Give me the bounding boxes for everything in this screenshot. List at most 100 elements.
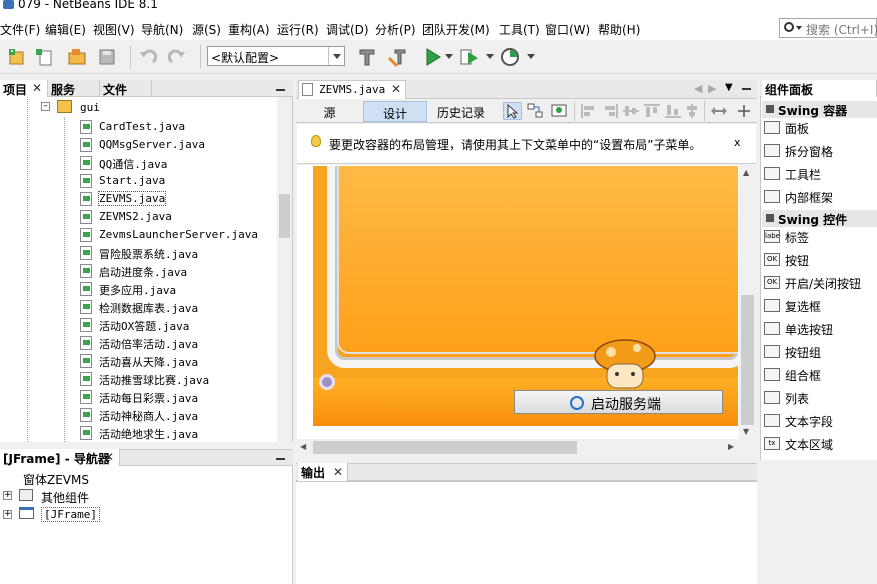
menu-refactor[interactable]: 重构(A)	[228, 21, 270, 38]
tab-files[interactable]: 文件	[100, 80, 152, 97]
tree-file-item[interactable]: 活动绝地求生.java	[0, 424, 275, 442]
tree-file-item[interactable]: 活动倍率活动.java	[0, 334, 275, 352]
close-icon[interactable]: ✕	[32, 81, 42, 95]
scroll-left-icon[interactable]: ◀	[694, 82, 702, 95]
view-history-tab[interactable]: 历史记录	[430, 101, 492, 122]
tree-file-item[interactable]: 启动进度条.java	[0, 262, 275, 280]
tree-file-item[interactable]: QQMsgServer.java	[0, 136, 275, 154]
scroll-up-icon[interactable]: ▲	[743, 168, 749, 177]
java-file-icon	[80, 210, 92, 224]
view-source-tab[interactable]: 源	[301, 101, 358, 122]
new-file-icon[interactable]	[34, 46, 56, 68]
menu-navigate[interactable]: 导航(N)	[141, 21, 183, 38]
tree-file-item[interactable]: ZevmsLauncherServer.java	[0, 226, 275, 244]
menu-source[interactable]: 源(S)	[192, 21, 221, 38]
run-icon[interactable]	[422, 46, 444, 68]
horizontal-resize-icon[interactable]	[710, 104, 728, 118]
scroll-left-icon[interactable]: ◀	[300, 442, 306, 451]
editor-vertical-scrollbar-thumb[interactable]	[741, 295, 754, 425]
connection-mode-icon[interactable]	[527, 103, 543, 119]
nav-item-form[interactable]: 窗体ZEVMS	[23, 471, 89, 489]
preview-design-icon[interactable]	[551, 103, 567, 119]
tab-navigator[interactable]: [JFrame] - 导航器	[0, 449, 120, 466]
minimize-icon[interactable]	[742, 88, 751, 90]
tree-file-item[interactable]: CardTest.java	[0, 118, 275, 136]
start-server-button[interactable]: 启动服务端	[514, 390, 723, 414]
menu-debug[interactable]: 调试(D)	[326, 21, 369, 38]
scroll-right-icon[interactable]: ▶	[728, 442, 734, 451]
tree-file-item[interactable]: 活动喜从天降.java	[0, 352, 275, 370]
vertical-resize-icon[interactable]	[737, 104, 751, 118]
tab-services[interactable]: 服务	[48, 80, 100, 97]
tree-file-item[interactable]: 更多应用.java	[0, 280, 275, 298]
java-file-icon	[80, 156, 92, 170]
tree-file-item[interactable]: Start.java	[0, 172, 275, 190]
redo-icon[interactable]	[166, 46, 188, 68]
new-project-icon[interactable]	[6, 46, 28, 68]
open-project-icon[interactable]	[66, 46, 88, 68]
project-scrollbar-thumb[interactable]	[279, 194, 290, 238]
clean-build-icon[interactable]	[387, 46, 409, 68]
palette-category[interactable]: Swing 控件	[762, 210, 877, 227]
tree-file-item[interactable]: 活动神秘商人.java	[0, 406, 275, 424]
align-left-icon[interactable]	[580, 103, 598, 119]
debug-icon[interactable]	[458, 46, 480, 68]
menu-window[interactable]: 窗口(W)	[545, 21, 590, 38]
close-icon[interactable]: ✕	[391, 82, 401, 96]
jframe-icon	[19, 507, 34, 519]
expand-toggle-icon[interactable]: +	[3, 491, 12, 500]
profile-icon[interactable]	[499, 46, 521, 68]
tree-file-item[interactable]: 检测数据库表.java	[0, 298, 275, 316]
tree-file-item[interactable]: ZEVMS.java	[0, 190, 275, 208]
nav-item-other-components[interactable]: 其他组件	[41, 489, 89, 507]
close-icon[interactable]: ✕	[104, 450, 114, 464]
tree-file-item[interactable]: 活动每日彩票.java	[0, 388, 275, 406]
expand-toggle-icon[interactable]: +	[3, 510, 12, 519]
chevron-down-icon[interactable]	[328, 47, 344, 65]
tree-file-item[interactable]: ZEVMS2.java	[0, 208, 275, 226]
menu-file[interactable]: 文件(F)	[0, 21, 40, 38]
nav-item-jframe[interactable]: [JFrame]	[41, 507, 100, 522]
search-box[interactable]: 搜索 (Ctrl+I)	[779, 18, 877, 38]
tab-palette[interactable]: 组件面板	[762, 80, 877, 97]
palette-item-label: 工具栏	[785, 168, 822, 182]
chevron-down-icon[interactable]	[486, 54, 494, 60]
build-icon[interactable]	[356, 46, 378, 68]
center-horizontal-icon[interactable]	[622, 103, 640, 119]
hint-close-button[interactable]: x	[734, 136, 741, 149]
chevron-down-icon[interactable]	[445, 54, 453, 60]
tab-zevms-java[interactable]: ZEVMS.java	[298, 80, 406, 99]
align-top-icon[interactable]	[643, 103, 661, 119]
align-right-icon[interactable]	[601, 103, 619, 119]
palette-category[interactable]: Swing 容器	[762, 101, 877, 118]
close-icon[interactable]: ✕	[333, 465, 343, 479]
menu-run[interactable]: 运行(R)	[277, 21, 319, 38]
configuration-select[interactable]: <默认配置>	[207, 46, 345, 66]
menu-help[interactable]: 帮助(H)	[598, 21, 640, 38]
minimize-icon[interactable]	[276, 458, 285, 460]
menu-tools[interactable]: 工具(T)	[499, 21, 540, 38]
project-scrollbar[interactable]	[277, 97, 292, 442]
form-canvas[interactable]	[313, 166, 738, 426]
editor-horizontal-scrollbar-thumb[interactable]	[313, 441, 577, 454]
menu-team[interactable]: 团队开发(M)	[422, 21, 490, 38]
collapse-toggle-icon[interactable]: –	[41, 102, 50, 111]
menu-view[interactable]: 视图(V)	[93, 21, 135, 38]
chevron-down-icon[interactable]	[527, 54, 535, 60]
tree-file-item[interactable]: 活动推雪球比赛.java	[0, 370, 275, 388]
tab-list-icon[interactable]: ▼	[725, 82, 733, 93]
undo-icon[interactable]	[137, 46, 159, 68]
align-bottom-icon[interactable]	[664, 103, 682, 119]
save-all-icon[interactable]	[96, 46, 118, 68]
menu-profile[interactable]: 分析(P)	[375, 21, 416, 38]
minimize-icon[interactable]	[276, 89, 285, 91]
tree-file-item[interactable]: 冒险股票系统.java	[0, 244, 275, 262]
center-vertical-icon[interactable]	[685, 103, 699, 119]
menu-edit[interactable]: 编辑(E)	[45, 21, 86, 38]
scroll-down-icon[interactable]: ▼	[743, 427, 749, 436]
selection-mode-icon[interactable]	[503, 102, 522, 120]
tree-file-item[interactable]: 活动OX答题.java	[0, 316, 275, 334]
scroll-right-icon[interactable]: ▶	[708, 82, 716, 95]
tree-file-item[interactable]: QQ通信.java	[0, 154, 275, 172]
view-design-tab[interactable]: 设计	[363, 101, 427, 122]
